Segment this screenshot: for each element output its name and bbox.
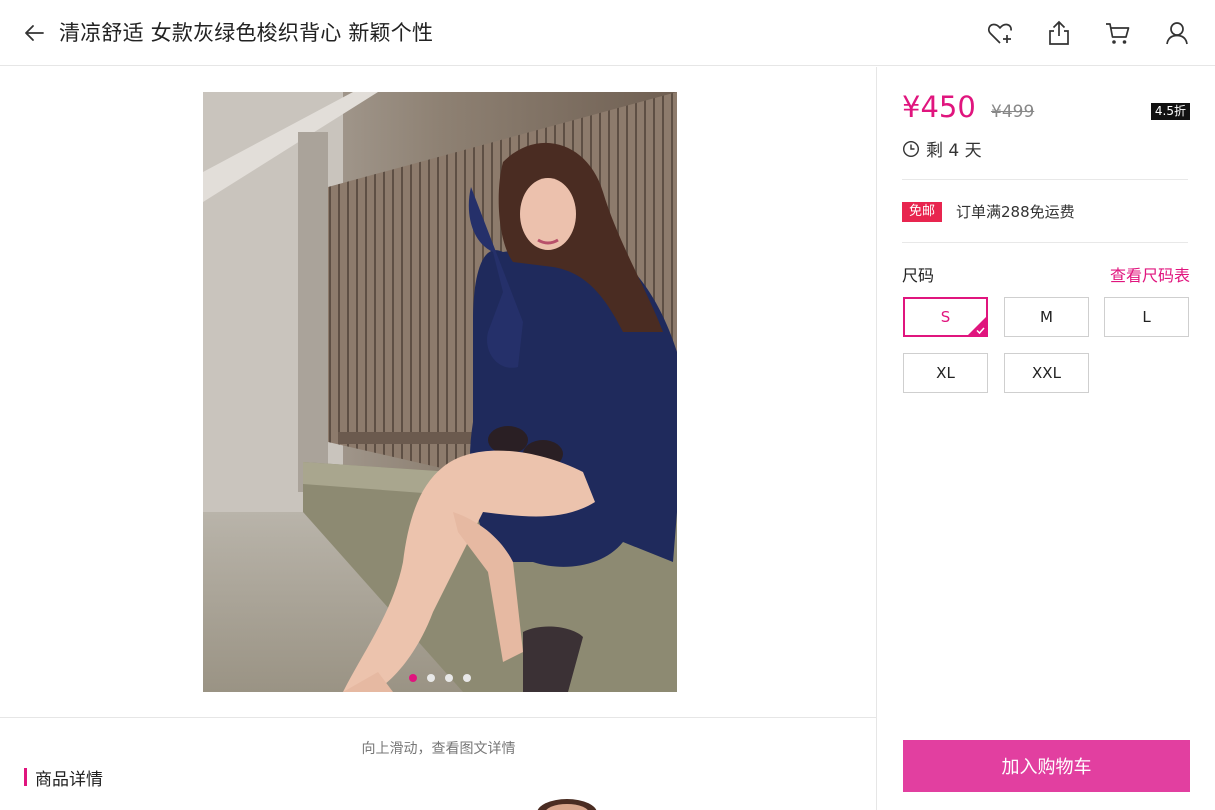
carousel-dot[interactable] bbox=[463, 674, 471, 682]
size-option-s[interactable]: S bbox=[903, 297, 988, 337]
carousel-dot[interactable] bbox=[409, 674, 417, 682]
add-to-cart-button[interactable]: 加入购物车 bbox=[903, 740, 1190, 792]
original-price: ¥499 bbox=[991, 102, 1035, 122]
user-icon[interactable] bbox=[1161, 17, 1193, 49]
accent-bar bbox=[24, 768, 27, 786]
carousel-dots bbox=[203, 674, 677, 682]
purchase-panel: ¥450 ¥499 4.5折 剩 4 天 免邮 订单满288免运费 尺码 查看尺… bbox=[878, 67, 1215, 810]
size-chart-link[interactable]: 查看尺码表 bbox=[1110, 262, 1190, 286]
size-option-label: S bbox=[940, 308, 951, 326]
page-title: 清凉舒适 女款灰绿色梭织背心 新颖个性 bbox=[59, 21, 434, 45]
detail-section-title: 商品详情 bbox=[35, 769, 103, 790]
divider bbox=[902, 242, 1188, 243]
detail-image-preview bbox=[532, 793, 602, 810]
size-option-xxl[interactable]: XXL bbox=[1004, 353, 1089, 393]
size-option-l[interactable]: L bbox=[1104, 297, 1189, 337]
product-photo bbox=[203, 92, 677, 692]
size-option-label: L bbox=[1142, 308, 1151, 326]
current-price: ¥450 bbox=[902, 90, 976, 124]
check-icon bbox=[967, 316, 987, 336]
size-option-label: XL bbox=[936, 364, 955, 382]
free-shipping-badge: 免邮 bbox=[902, 202, 943, 222]
product-media-panel: 向上滑动，查看图文详情 商品详情 bbox=[0, 67, 877, 810]
back-arrow-icon[interactable] bbox=[18, 17, 50, 49]
countdown: 剩 4 天 bbox=[902, 136, 982, 161]
divider bbox=[0, 717, 877, 718]
size-label: 尺码 bbox=[902, 266, 935, 285]
detail-section-header: 商品详情 bbox=[24, 765, 103, 790]
top-bar: 清凉舒适 女款灰绿色梭织背心 新颖个性 bbox=[0, 0, 1215, 66]
heart-add-icon[interactable] bbox=[984, 17, 1016, 49]
size-option-label: M bbox=[1040, 308, 1053, 326]
divider bbox=[902, 179, 1188, 180]
countdown-text: 剩 4 天 bbox=[926, 141, 982, 161]
size-option-label: XXL bbox=[1032, 364, 1061, 382]
carousel-dot[interactable] bbox=[445, 674, 453, 682]
carousel-dot[interactable] bbox=[427, 674, 435, 682]
size-option-xl[interactable]: XL bbox=[903, 353, 988, 393]
discount-badge: 4.5折 bbox=[1150, 103, 1190, 120]
shipping-info: 订单满288免运费 bbox=[956, 203, 1075, 221]
clock-icon bbox=[902, 140, 920, 157]
scroll-hint: 向上滑动，查看图文详情 bbox=[361, 741, 516, 757]
size-option-m[interactable]: M bbox=[1004, 297, 1089, 337]
cart-icon[interactable] bbox=[1102, 17, 1134, 49]
product-image-carousel[interactable] bbox=[203, 92, 677, 692]
share-icon[interactable] bbox=[1043, 17, 1075, 49]
